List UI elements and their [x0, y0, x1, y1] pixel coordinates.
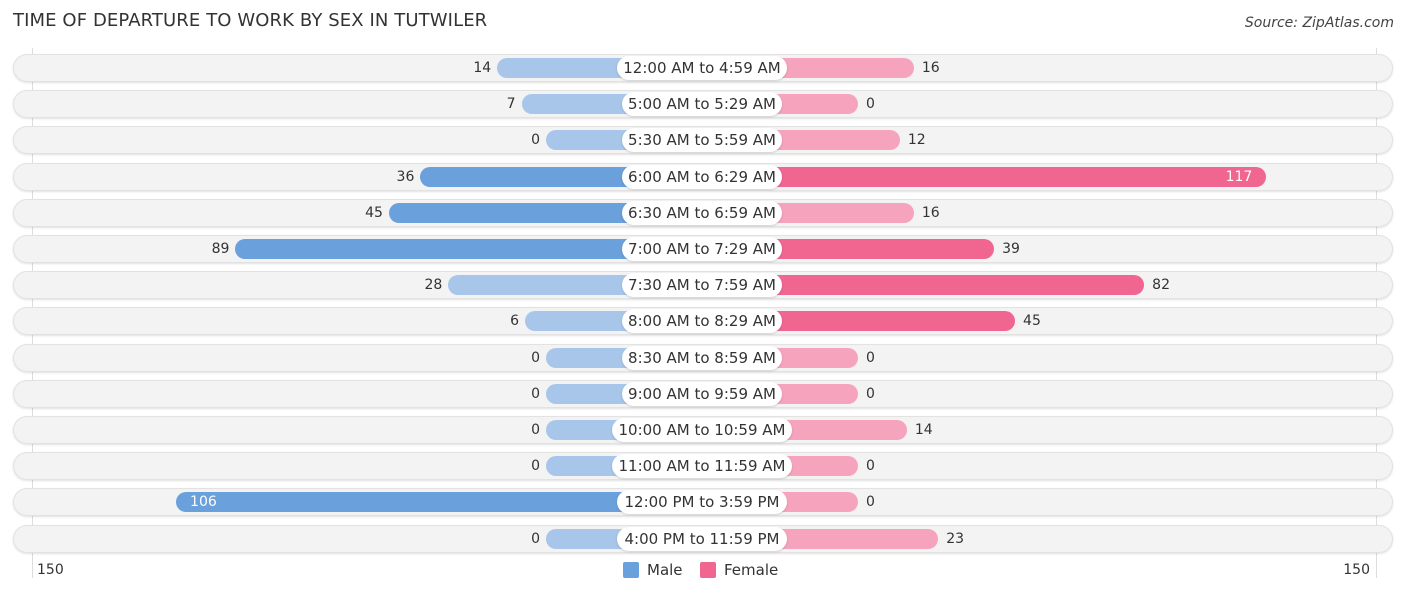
value-label-male: 106 — [190, 494, 217, 511]
value-label-male: 0 — [531, 349, 540, 366]
value-label-female: 39 — [1002, 241, 1020, 257]
value-label-male: 0 — [531, 422, 540, 438]
source-label: Source: ZipAtlas.com — [1244, 15, 1394, 31]
value-label-female: 0 — [866, 349, 875, 366]
bar-female — [702, 166, 1267, 187]
chart-title: TIME OF DEPARTURE TO WORK BY SEX IN TUTW… — [13, 10, 488, 31]
value-label-male: 45 — [365, 204, 383, 221]
category-label: 8:00 AM to 8:29 AM — [622, 309, 782, 334]
category-label: 12:00 AM to 4:59 AM — [617, 56, 787, 80]
category-label: 10:00 AM to 10:59 AM — [612, 418, 792, 442]
category-label: 6:30 AM to 6:59 AM — [622, 200, 782, 225]
value-label-male: 14 — [473, 60, 492, 76]
value-label-male: 0 — [531, 132, 540, 149]
value-label-female: 117 — [1225, 168, 1253, 185]
value-label-female: 0 — [866, 96, 875, 113]
value-label-male: 6 — [510, 313, 520, 330]
legend-swatch-female — [700, 562, 716, 578]
value-label-female: 16 — [921, 60, 940, 76]
value-label-female: 0 — [866, 458, 875, 475]
category-label: 9:00 AM to 9:59 AM — [622, 381, 782, 406]
category-label: 7:30 AM to 7:59 AM — [622, 273, 782, 298]
value-label-male: 7 — [506, 96, 516, 113]
value-label-male: 36 — [396, 168, 415, 185]
category-label: 5:30 AM to 5:59 AM — [622, 128, 782, 153]
value-label-female: 16 — [921, 204, 940, 221]
value-label-male: 0 — [531, 530, 540, 547]
value-label-male: 89 — [211, 241, 230, 257]
value-label-male: 28 — [424, 277, 443, 294]
category-label: 11:00 AM to 11:59 AM — [612, 454, 792, 479]
value-label-male: 0 — [531, 385, 540, 402]
value-label-female: 0 — [866, 494, 875, 511]
value-label-female: 45 — [1023, 313, 1041, 330]
category-label: 5:00 AM to 5:29 AM — [622, 92, 782, 117]
value-label-female: 14 — [914, 422, 933, 438]
legend-swatch-male — [623, 562, 639, 578]
category-label: 7:00 AM to 7:29 AM — [622, 237, 782, 261]
value-label-female: 82 — [1152, 277, 1170, 294]
axis-tick-right: 150 — [1343, 562, 1370, 578]
legend-label-male: Male — [647, 561, 683, 579]
category-label: 4:00 PM to 11:59 PM — [617, 526, 787, 551]
legend-label-female: Female — [724, 561, 779, 579]
axis-tick-left: 150 — [37, 562, 64, 578]
value-label-female: 0 — [866, 385, 875, 402]
legend-item-female: Female — [700, 561, 778, 579]
value-label-female: 23 — [946, 530, 965, 547]
value-label-female: 12 — [907, 132, 926, 149]
legend-item-male: Male — [623, 561, 683, 579]
category-label: 6:00 AM to 6:29 AM — [622, 164, 782, 189]
category-label: 12:00 PM to 3:59 PM — [617, 490, 787, 515]
category-label: 8:30 AM to 8:59 AM — [622, 345, 782, 370]
value-label-male: 0 — [531, 458, 540, 475]
